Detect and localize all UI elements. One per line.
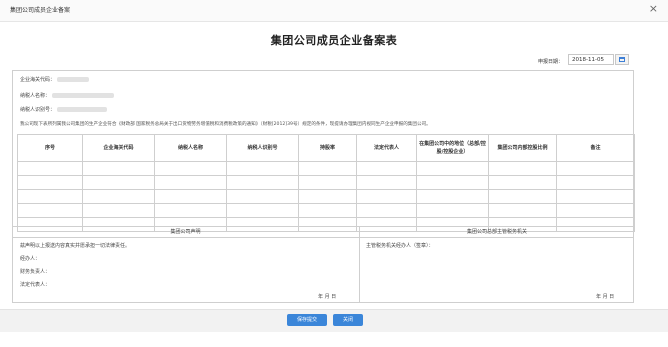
col-header-remark: 备注 (556, 134, 635, 162)
form-title: 集团公司成员企业备案表 (270, 34, 398, 47)
table-row[interactable] (17, 175, 635, 190)
taxpayer-id-label: 纳税人识别号： (20, 107, 56, 113)
tax-authority-header: 集团公司总部主管税务机关 (360, 226, 634, 238)
group-declaration-header: 集团公司声明 (12, 226, 359, 238)
left-date-text: 年 月 日 (318, 294, 337, 300)
table-row[interactable] (17, 161, 635, 176)
dialog-footer: 保存提交 关闭 (0, 309, 668, 332)
calendar-icon[interactable] (615, 54, 629, 65)
taxpayer-id-value (57, 107, 108, 112)
col-header-legal-rep: 法定代表人 (356, 134, 417, 162)
table-row[interactable] (17, 203, 635, 218)
col-header-share-ratio: 持股率 (298, 134, 357, 162)
dialog-titlebar: 集团公司成员企业备案 × (0, 0, 668, 22)
taxpayer-id-row: 纳税人识别号： (20, 106, 108, 113)
legal-rep-label: 法定代表人： (20, 282, 51, 288)
declare-date-input[interactable]: 2018-11-05 (568, 54, 614, 65)
finance-label: 财务负责人： (20, 269, 51, 275)
close-icon[interactable]: × (649, 2, 658, 16)
col-header-index: 序号 (17, 134, 83, 162)
section-divider (359, 226, 360, 303)
customs-code-row: 企业海关代码： (20, 76, 90, 83)
enterprise-table: 序号 企业海关代码 纳税人名称 纳税人识别号 持股率 法定代表人 在集团公司中的… (17, 134, 635, 232)
taxpayer-name-value (52, 93, 115, 98)
col-header-status: 在集团公司中的地位（总部/控股/控股企业） (416, 134, 489, 162)
declare-date-label: 申报日期： (538, 59, 564, 65)
col-header-internal-ratio: 集团公司内部控股比例 (488, 134, 557, 162)
right-date-text: 年 月 日 (596, 294, 615, 300)
declaration-text: 兹声明以上报送内容真实并愿承担一切法律责任。 (20, 243, 131, 249)
taxpayer-name-row: 纳税人名称： (20, 92, 115, 99)
agent-label: 经办人： (20, 256, 41, 262)
col-header-taxpayer-id: 纳税人识别号 (226, 134, 299, 162)
tax-officer-label: 主管税务机关经办人（签章）： (366, 243, 434, 249)
col-header-customs-code: 企业海关代码 (82, 134, 155, 162)
customs-code-value (57, 77, 90, 82)
taxpayer-name-label: 纳税人名称： (20, 93, 51, 99)
customs-code-label: 企业海关代码： (20, 77, 56, 83)
table-row[interactable] (17, 189, 635, 204)
dialog-title: 集团公司成员企业备案 (10, 7, 71, 14)
save-submit-button[interactable]: 保存提交 (287, 314, 327, 326)
col-header-taxpayer-name: 纳税人名称 (154, 134, 227, 162)
close-button[interactable]: 关闭 (333, 314, 363, 326)
statement-text: 我公司现下表所列属我公司集团的生产企业符合《财政部 国家税务总局关于出口货物劳务… (20, 122, 431, 127)
